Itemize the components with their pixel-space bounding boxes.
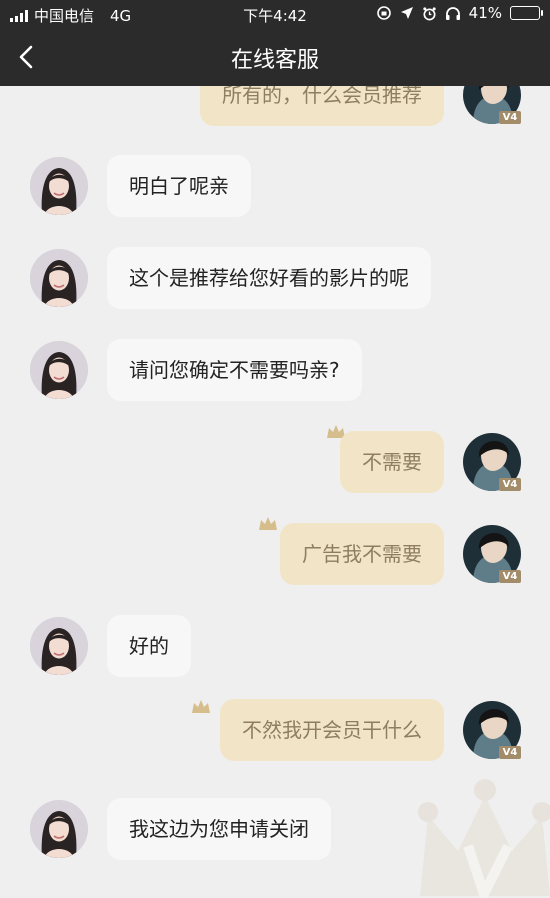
vip-crown-icon [192, 700, 210, 713]
orientation-lock-icon [376, 6, 391, 20]
agent-message-bubble[interactable]: 这个是推荐给您好看的影片的呢 [107, 247, 431, 309]
battery-percent: 41% [468, 4, 502, 22]
agent-message-bubble[interactable]: 明白了呢亲 [107, 155, 251, 217]
agent-avatar[interactable] [30, 157, 88, 215]
vip-level-badge: V4 [502, 112, 518, 123]
vip-level-badge: V4 [502, 571, 518, 582]
status-bar: 中国电信 4G 下午4:42 41% [0, 0, 550, 28]
agent-message-bubble[interactable]: 我这边为您申请关闭 [107, 798, 331, 860]
agent-avatar[interactable] [30, 249, 88, 307]
alarm-icon [422, 6, 436, 20]
nav-bar: 在线客服 [0, 28, 550, 86]
battery-icon [510, 6, 543, 20]
status-right: 41% [376, 4, 543, 22]
location-icon [400, 7, 413, 19]
chat-list[interactable]: V4 所有的，什么会员推荐明白了呢亲这个是推荐给您好看的影片的呢 请问您确定不需要吗… [0, 86, 550, 898]
agent-avatar[interactable] [30, 341, 88, 399]
vip-level-badge: V4 [502, 479, 518, 490]
agent-message-bubble[interactable]: 好的 [107, 615, 191, 677]
user-message-bubble[interactable]: 广告我不需要 [280, 523, 444, 585]
user-message-bubble[interactable]: 所有的，什么会员推荐 [200, 86, 444, 126]
vip-crown-watermark-icon [418, 779, 550, 898]
user-message-bubble[interactable]: 不然我开会员干什么 [220, 699, 444, 761]
page-title: 在线客服 [230, 48, 319, 73]
vip-crown-icon [259, 517, 277, 530]
headphones-icon [445, 6, 460, 20]
vip-level-badge: V4 [502, 747, 518, 758]
user-message-bubble[interactable]: 不需要 [340, 431, 444, 493]
agent-avatar[interactable] [30, 617, 88, 675]
agent-avatar[interactable] [30, 800, 88, 858]
agent-message-bubble[interactable]: 请问您确定不需要吗亲? [107, 339, 362, 401]
